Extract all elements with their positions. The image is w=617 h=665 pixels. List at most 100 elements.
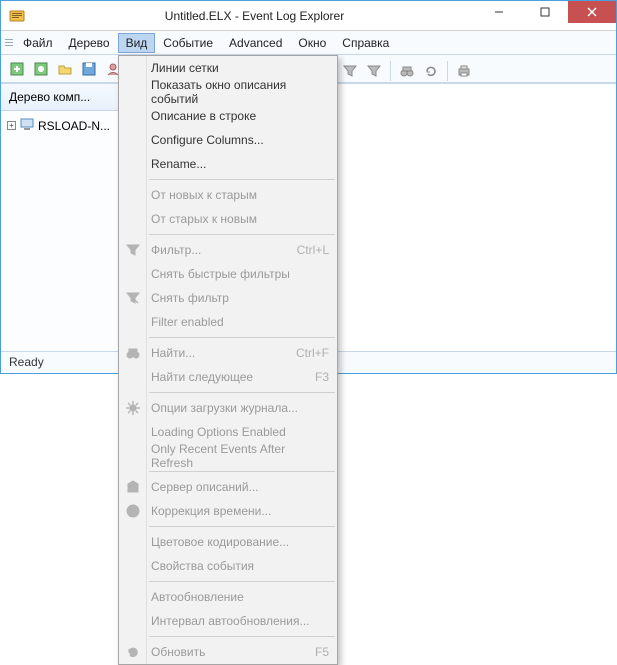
menu-item: Свойства события — [119, 554, 337, 578]
menu-событие[interactable]: Событие — [155, 33, 221, 53]
menu-item: От старых к новым — [119, 207, 337, 231]
menu-item: Снять фильтр — [119, 286, 337, 310]
tool-save-icon[interactable] — [79, 59, 99, 79]
menu-item: Only Recent Events After Refresh — [119, 444, 337, 468]
menu-separator — [149, 337, 335, 338]
menu-item: Интервал автообновления... — [119, 609, 337, 633]
menu-item-label: Интервал автообновления... — [151, 614, 309, 628]
menu-item-shortcut: F3 — [299, 370, 329, 384]
status-text: Ready — [9, 355, 44, 369]
window-controls — [476, 1, 616, 30]
sidebar-header: Дерево комп... — [1, 84, 120, 111]
tree-item[interactable]: + RSLOAD-N... — [5, 115, 116, 136]
menu-вид[interactable]: Вид — [118, 33, 156, 53]
tool-funnel-icon-2[interactable] — [364, 61, 384, 81]
menu-item-label: Показать окно описания событий — [151, 78, 329, 106]
menu-дерево[interactable]: Дерево — [61, 33, 118, 53]
menubar: ФайлДеревоВидСобытиеAdvancedОкноСправка — [1, 31, 616, 55]
menu-item[interactable]: Показать окно описания событий — [119, 80, 337, 104]
menu-item-label: Обновить — [151, 645, 205, 659]
clock-icon — [124, 502, 142, 520]
menu-item-label: Найти... — [151, 346, 195, 360]
tool-print-icon[interactable] — [454, 61, 474, 81]
menu-item-label: Loading Options Enabled — [151, 425, 286, 439]
tree-expand-icon[interactable]: + — [7, 121, 16, 130]
tool-new-icon[interactable] — [7, 59, 27, 79]
menu-item-label: Линии сетки — [151, 61, 219, 75]
menu-item: Автообновление — [119, 585, 337, 609]
menu-item-label: Configure Columns... — [151, 133, 264, 147]
menu-item: Сервер описаний... — [119, 475, 337, 499]
menu-item-label: Цветовое кодирование... — [151, 535, 289, 549]
funnel-x-icon — [124, 289, 142, 307]
tool-refresh-icon-2[interactable] — [421, 61, 441, 81]
sidebar: Дерево комп... + RSLOAD-N... — [1, 84, 121, 351]
refresh-icon — [124, 643, 142, 661]
menu-item: Loading Options Enabled — [119, 420, 337, 444]
box-icon — [124, 478, 142, 496]
menu-файл[interactable]: Файл — [15, 33, 61, 53]
menu-item: Цветовое кодирование... — [119, 530, 337, 554]
menu-item-label: Only Recent Events After Refresh — [151, 442, 329, 470]
menu-separator — [149, 234, 335, 235]
menu-item: Найти следующее F3 — [119, 365, 337, 389]
computer-icon — [20, 117, 34, 134]
window-title: Untitled.ELX - Event Log Explorer — [33, 9, 476, 23]
menu-item-label: Filter enabled — [151, 315, 224, 329]
menu-item: Опции загрузки журнала... — [119, 396, 337, 420]
toolbar-right — [340, 58, 474, 84]
menu-separator — [149, 471, 335, 472]
menu-окно[interactable]: Окно — [290, 33, 334, 53]
menu-item: Filter enabled — [119, 310, 337, 334]
menu-item-label: Rename... — [151, 157, 206, 171]
view-menu-dropdown: Линии сетки Показать окно описания событи… — [118, 55, 338, 665]
menu-separator — [149, 636, 335, 637]
menu-item[interactable]: Описание в строке — [119, 104, 337, 128]
tool-funnel-icon[interactable] — [340, 61, 360, 81]
menu-separator — [149, 526, 335, 527]
menubar-grip[interactable] — [5, 34, 13, 52]
menu-item[interactable]: Линии сетки — [119, 56, 337, 80]
menu-item-shortcut: Ctrl+F — [280, 346, 329, 360]
menu-item-label: От новых к старым — [151, 188, 257, 202]
menu-item: Снять быстрые фильтры — [119, 262, 337, 286]
menu-separator — [149, 392, 335, 393]
toolbar-separator — [447, 61, 448, 81]
close-button[interactable] — [568, 1, 616, 23]
tree: + RSLOAD-N... — [1, 111, 120, 140]
menu-item-label: Автообновление — [151, 590, 244, 604]
menu-справка[interactable]: Справка — [334, 33, 397, 53]
tool-open-icon[interactable] — [55, 59, 75, 79]
menu-item-shortcut: F5 — [299, 645, 329, 659]
menu-item-label: Опции загрузки журнала... — [151, 401, 298, 415]
menu-item: Коррекция времени... — [119, 499, 337, 523]
menu-item-label: Найти следующее — [151, 370, 253, 384]
funnel-icon — [124, 241, 142, 259]
menu-item-label: Снять фильтр — [151, 291, 229, 305]
menu-separator — [149, 179, 335, 180]
menu-item-label: Свойства события — [151, 559, 254, 573]
menu-item-label: Сервер описаний... — [151, 480, 259, 494]
binoculars-icon — [124, 344, 142, 362]
menu-item: От новых к старым — [119, 183, 337, 207]
menu-item: Обновить F5 — [119, 640, 337, 664]
tree-item-label: RSLOAD-N... — [38, 119, 110, 133]
toolbar-separator — [390, 61, 391, 81]
titlebar: Untitled.ELX - Event Log Explorer — [1, 1, 616, 31]
maximize-button[interactable] — [522, 1, 568, 23]
menu-advanced[interactable]: Advanced — [221, 33, 290, 53]
menu-item[interactable]: Configure Columns... — [119, 128, 337, 152]
menu-item: Найти... Ctrl+F — [119, 341, 337, 365]
tool-add-icon[interactable] — [31, 59, 51, 79]
menu-item-label: Коррекция времени... — [151, 504, 271, 518]
menu-item: Фильтр... Ctrl+L — [119, 238, 337, 262]
menu-item-label: Фильтр... — [151, 243, 201, 257]
menu-separator — [149, 581, 335, 582]
menu-item[interactable]: Rename... — [119, 152, 337, 176]
minimize-button[interactable] — [476, 1, 522, 23]
menu-item-label: Описание в строке — [151, 109, 256, 123]
menu-item-shortcut: Ctrl+L — [281, 243, 329, 257]
app-icon — [9, 8, 25, 24]
gear-icon — [124, 399, 142, 417]
tool-binoculars-icon[interactable] — [397, 61, 417, 81]
